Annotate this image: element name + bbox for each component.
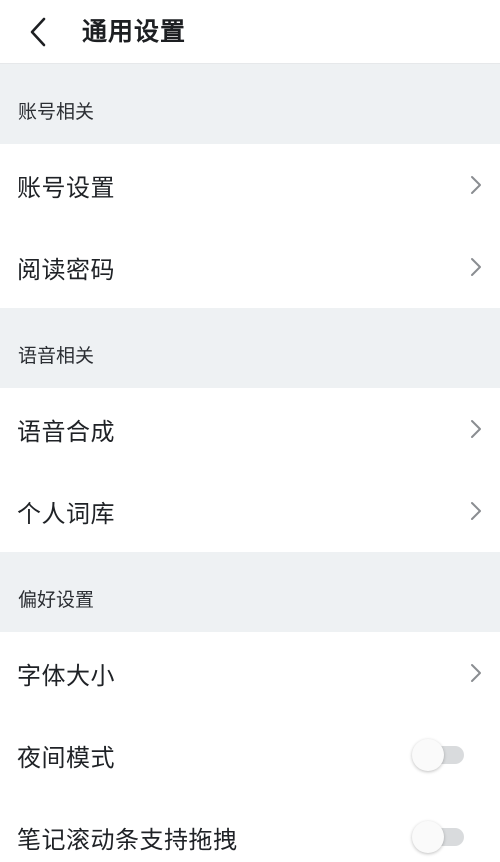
toggle-knob bbox=[412, 821, 444, 853]
scrollbar-drag-toggle[interactable] bbox=[412, 821, 464, 853]
top-bar: 通用设置 bbox=[0, 0, 500, 64]
chevron-right-icon bbox=[468, 417, 484, 441]
chevron-right-icon bbox=[468, 499, 484, 523]
row-label: 语音合成 bbox=[17, 417, 115, 446]
section-header-account: 账号相关 bbox=[0, 64, 500, 144]
settings-page: 通用设置 账号相关 账号设置 阅读密码 语音相关 语音合成 个人词库 偏好设置 … bbox=[0, 0, 500, 862]
chevron-left-icon bbox=[30, 17, 46, 47]
chevron-right-icon bbox=[468, 255, 484, 279]
settings-row-scrollbar-drag: 笔记滚动条支持拖拽 bbox=[0, 796, 500, 862]
section-header-voice: 语音相关 bbox=[0, 308, 500, 388]
row-label: 夜间模式 bbox=[17, 743, 115, 772]
settings-row-night-mode: 夜间模式 bbox=[0, 714, 500, 796]
toggle-knob bbox=[412, 739, 444, 771]
settings-row-font-size[interactable]: 字体大小 bbox=[0, 632, 500, 714]
row-label: 个人词库 bbox=[17, 499, 115, 528]
page-title: 通用设置 bbox=[82, 17, 187, 46]
settings-row-reading-password[interactable]: 阅读密码 bbox=[0, 226, 500, 308]
row-label: 笔记滚动条支持拖拽 bbox=[17, 825, 238, 854]
row-label: 阅读密码 bbox=[17, 255, 115, 284]
settings-row-personal-dictionary[interactable]: 个人词库 bbox=[0, 470, 500, 552]
night-mode-toggle[interactable] bbox=[412, 739, 464, 771]
chevron-right-icon bbox=[468, 661, 484, 685]
settings-row-account-settings[interactable]: 账号设置 bbox=[0, 144, 500, 226]
chevron-right-icon bbox=[468, 173, 484, 197]
back-button[interactable] bbox=[18, 12, 58, 52]
row-label: 字体大小 bbox=[17, 661, 115, 690]
section-header-preferences: 偏好设置 bbox=[0, 552, 500, 632]
settings-row-speech-synthesis[interactable]: 语音合成 bbox=[0, 388, 500, 470]
row-label: 账号设置 bbox=[17, 173, 115, 202]
